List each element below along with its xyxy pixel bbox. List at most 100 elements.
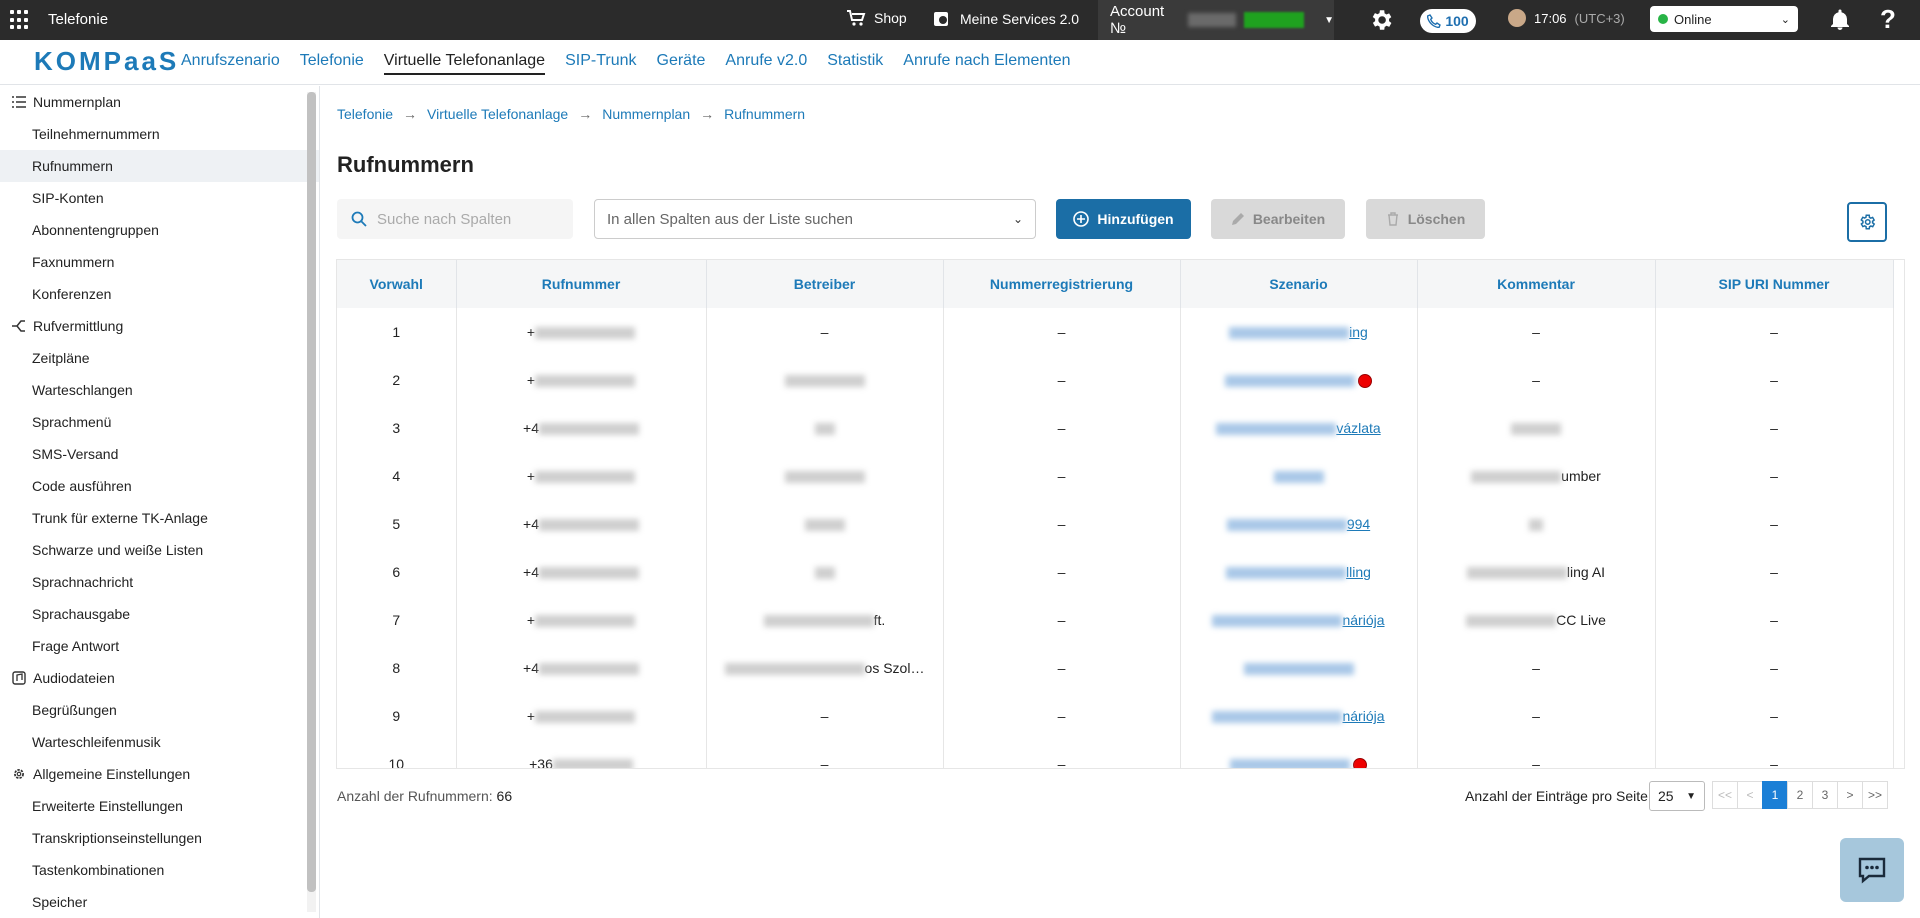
cell-szenario[interactable]: lling	[1180, 548, 1418, 596]
sidebar-item-sms-versand[interactable]: SMS-Versand	[0, 438, 319, 470]
page-button-2[interactable]: 2	[1787, 781, 1813, 809]
column-header-szenario[interactable]: Szenario	[1180, 260, 1418, 308]
services-link[interactable]: Meine Services 2.0	[932, 9, 1079, 29]
sidebar-item-konferenzen[interactable]: Konferenzen	[0, 278, 319, 310]
sidebar-group-audiodateien[interactable]: Audiodateien	[0, 662, 319, 694]
search-input[interactable]: Suche nach Spalten	[337, 199, 573, 239]
sidebar-item-zeitplaene[interactable]: Zeitpläne	[0, 342, 319, 374]
shop-link[interactable]: Shop	[846, 9, 907, 27]
breadcrumb-item[interactable]: Nummernplan	[602, 106, 690, 122]
column-header-betreiber[interactable]: Betreiber	[706, 260, 944, 308]
column-header-kommentar[interactable]: Kommentar	[1417, 260, 1656, 308]
page-button-1[interactable]: 1	[1762, 781, 1788, 809]
sidebar-scroll-thumb[interactable]	[307, 92, 316, 892]
scenario-link[interactable]: 994	[1347, 516, 1370, 532]
arrow-right-icon: →	[700, 106, 715, 122]
nav-item-telefonie[interactable]: Telefonie	[300, 52, 364, 75]
edit-button[interactable]: Bearbeiten	[1211, 199, 1345, 239]
user-clock[interactable]: 17:06 (UTC+3)	[1508, 9, 1625, 27]
nav-item-virtuelle-telefonanlage[interactable]: Virtuelle Telefonanlage	[383, 52, 546, 75]
scenario-link[interactable]: ing	[1349, 324, 1368, 340]
help-icon[interactable]: ?	[1880, 4, 1896, 35]
table-row[interactable]: 1 + – – ing – –	[337, 308, 1894, 356]
sidebar-item-begruessungen[interactable]: Begrüßungen	[0, 694, 319, 726]
nav-item-statistik[interactable]: Statistik	[827, 52, 883, 75]
table-row[interactable]: 8 +4 os Szol… – – –	[337, 644, 1894, 692]
app-title[interactable]: Telefonie	[48, 11, 108, 28]
sidebar-item-sprachausgabe[interactable]: Sprachausgabe	[0, 598, 319, 630]
cell-szenario[interactable]: náriója	[1180, 692, 1418, 740]
cell-szenario[interactable]	[1180, 644, 1418, 692]
sidebar-item-code-ausfuehren[interactable]: Code ausführen	[0, 470, 319, 502]
scenario-link[interactable]: náriója	[1342, 708, 1384, 724]
sidebar-group-rufvermittlung[interactable]: Rufvermittlung	[0, 310, 319, 342]
active-calls-badge[interactable]: 100	[1420, 9, 1476, 33]
table-settings-button[interactable]	[1847, 202, 1887, 242]
sidebar-item-warteschlangen[interactable]: Warteschlangen	[0, 374, 319, 406]
sidebar-item-rufnummern[interactable]: Rufnummern	[0, 150, 319, 182]
table-row[interactable]: 6 +4 – lling ling AI –	[337, 548, 1894, 596]
sidebar-item-frage-antwort[interactable]: Frage Antwort	[0, 630, 319, 662]
column-header-vorwahl[interactable]: Vorwahl	[337, 260, 457, 308]
account-selector[interactable]: Account № ▼	[1098, 0, 1334, 40]
perpage-select[interactable]: 25 ▼	[1649, 781, 1705, 811]
table-row[interactable]: 3 +4 – vázlata –	[337, 404, 1894, 452]
sidebar-item-abonnentengruppen[interactable]: Abonnentengruppen	[0, 214, 319, 246]
cell-szenario[interactable]	[1180, 740, 1418, 768]
breadcrumb-item[interactable]: Virtuelle Telefonanlage	[427, 106, 568, 122]
scenario-link[interactable]: vázlata	[1336, 420, 1380, 436]
cell-szenario[interactable]	[1180, 356, 1418, 404]
sidebar-item-sprachmenue[interactable]: Sprachmenü	[0, 406, 319, 438]
first-page-button[interactable]: <<	[1712, 781, 1738, 809]
breadcrumb-item[interactable]: Rufnummern	[724, 106, 805, 122]
sidebar-item-teilnehmernummern[interactable]: Teilnehmernummern	[0, 118, 319, 150]
bell-icon[interactable]	[1828, 8, 1852, 32]
gear-icon[interactable]	[1368, 7, 1394, 33]
sidebar-item-listen[interactable]: Schwarze und weiße Listen	[0, 534, 319, 566]
add-button[interactable]: Hinzufügen	[1056, 199, 1191, 239]
page-button-3[interactable]: 3	[1812, 781, 1838, 809]
table-row[interactable]: 5 +4 – 994 –	[337, 500, 1894, 548]
breadcrumb-item[interactable]: Telefonie	[337, 106, 393, 122]
table-row[interactable]: 7 + ft. – náriója CC Live –	[337, 596, 1894, 644]
last-page-button[interactable]: >>	[1862, 781, 1888, 809]
cell-szenario[interactable]: vázlata	[1180, 404, 1418, 452]
nav-item-anrufe-nach-elementen[interactable]: Anrufe nach Elementen	[903, 52, 1070, 75]
table-row[interactable]: 10 +36 – – – –	[337, 740, 1894, 768]
column-header-nummerregistrierung[interactable]: Nummerregistrierung	[943, 260, 1181, 308]
sidebar-group-nummernplan[interactable]: Nummernplan	[0, 86, 319, 118]
scenario-link[interactable]: náriója	[1342, 612, 1384, 628]
table-row[interactable]: 4 + – umber –	[337, 452, 1894, 500]
cell-szenario[interactable]: 994	[1180, 500, 1418, 548]
table-row[interactable]: 2 + – – –	[337, 356, 1894, 404]
nav-item-anrufszenario[interactable]: Anrufszenario	[181, 52, 280, 75]
sidebar-scrollbar[interactable]	[307, 92, 316, 912]
cell-szenario[interactable]	[1180, 452, 1418, 500]
sidebar-group-allgemeine-einstellungen[interactable]: Allgemeine Einstellungen	[0, 758, 319, 790]
column-header-sip-uri[interactable]: SIP URI Nummer	[1655, 260, 1894, 308]
sidebar-item-erweiterte-einstellungen[interactable]: Erweiterte Einstellungen	[0, 790, 319, 822]
next-page-button[interactable]: >	[1837, 781, 1863, 809]
nav-item-geraete[interactable]: Geräte	[657, 52, 706, 75]
column-header-rufnummer[interactable]: Rufnummer	[456, 260, 707, 308]
sidebar-item-warteschleifenmusik[interactable]: Warteschleifenmusik	[0, 726, 319, 758]
app-launcher-icon[interactable]	[10, 10, 30, 30]
table-row[interactable]: 9 + – – náriója – –	[337, 692, 1894, 740]
sidebar-item-sprachnachricht[interactable]: Sprachnachricht	[0, 566, 319, 598]
column-filter-select[interactable]: In allen Spalten aus der Liste suchen ⌄	[594, 199, 1036, 239]
status-select[interactable]: Online ⌄	[1650, 6, 1798, 32]
chat-button[interactable]	[1840, 838, 1904, 902]
sidebar-item-transkriptionseinstellungen[interactable]: Transkriptionseinstellungen	[0, 822, 319, 854]
nav-item-anrufe-v2[interactable]: Anrufe v2.0	[725, 52, 807, 75]
sidebar-item-faxnummern[interactable]: Faxnummern	[0, 246, 319, 278]
scenario-link[interactable]: lling	[1346, 564, 1371, 580]
sidebar-item-speicher[interactable]: Speicher	[0, 886, 319, 918]
nav-item-sip-trunk[interactable]: SIP-Trunk	[565, 52, 636, 75]
sidebar-item-trunk-extern[interactable]: Trunk für externe TK-Anlage	[0, 502, 319, 534]
cell-szenario[interactable]: náriója	[1180, 596, 1418, 644]
cell-szenario[interactable]: ing	[1180, 308, 1418, 356]
sidebar-item-tastenkombinationen[interactable]: Tastenkombinationen	[0, 854, 319, 886]
delete-button[interactable]: Löschen	[1366, 199, 1485, 239]
prev-page-button[interactable]: <	[1737, 781, 1763, 809]
sidebar-item-sip-konten[interactable]: SIP-Konten	[0, 182, 319, 214]
